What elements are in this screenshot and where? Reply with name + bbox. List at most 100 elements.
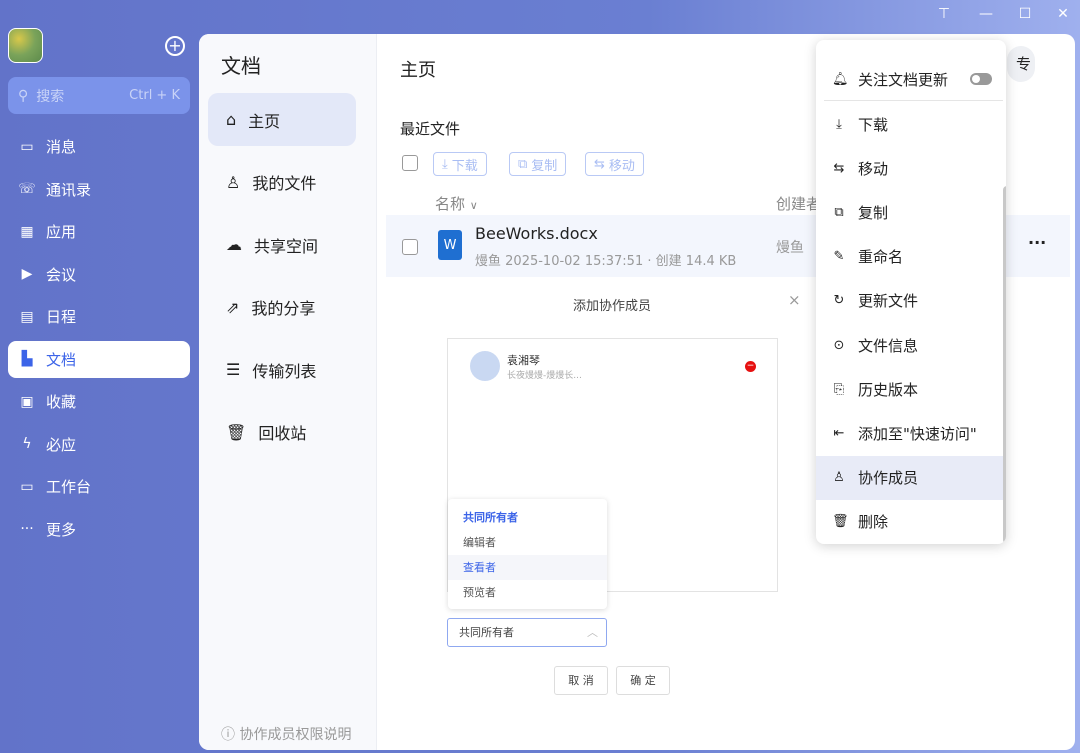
pin-icon[interactable]: ⊤ [934,6,954,22]
sidebar-item[interactable]: ▙ 文档 [8,340,190,378]
sidebar-item[interactable]: ··· 更多 [8,511,190,548]
role-option-viewer[interactable]: 查看者 [448,555,607,580]
docs-nav-item[interactable]: ☰ 传输列表 [208,343,356,396]
sidebar-item[interactable]: ▤ 日程 [8,298,190,335]
sidebar-item[interactable]: ▣ 收藏 [8,383,190,420]
menu-item-label: 复制 [858,203,889,222]
move-label: 移动 [608,158,635,174]
ok-button[interactable]: 确 定 [616,666,670,695]
bell-icon: 🔔︎ [832,71,849,87]
search-shortcut: Ctrl + K [129,88,180,103]
sidebar-item-label: 日程 [46,308,77,326]
minimize-button[interactable]: — [976,6,996,22]
quick-access-icon: ⇤ [833,425,845,441]
menu-item-label: 更新文件 [858,292,919,311]
chevron-up-icon: ︿ [587,626,598,639]
sidebar-item[interactable]: ▭ 消息 [8,128,190,165]
move-button[interactable]: ⇆ 移动 [585,152,644,176]
select-all-checkbox[interactable] [402,155,418,171]
role-option-co-owner[interactable]: 共同所有者 [448,505,607,530]
docs-nav-item[interactable]: ♙ 我的文件 [208,156,356,209]
user-avatar-small[interactable]: 专 [1007,46,1035,82]
follow-toggle[interactable] [970,73,992,85]
remove-member-icon[interactable]: − [745,361,756,372]
docs-nav-item[interactable]: ☁ 共享空间 [208,218,356,271]
file-action: 创建 [655,254,682,269]
word-file-icon: W [438,230,462,260]
sidebar-item[interactable]: ☏ 通讯录 [8,171,190,208]
menu-item[interactable]: ↻ 更新文件 [816,279,1006,323]
docs-nav-label: 我的分享 [251,299,316,318]
column-creator[interactable]: 创建者 [776,193,816,214]
more-icon[interactable]: ··· [1028,233,1046,252]
shared-space-icon: ☁ [226,235,242,254]
role-option-previewer[interactable]: 预览者 [448,580,607,605]
favorites-icon: ▣ [20,393,34,410]
menu-item[interactable]: ⇤ 添加至"快速访问" [816,411,1006,455]
role-select[interactable]: 共同所有者 ︿ [447,618,607,647]
sidebar-item-label: 通讯录 [46,180,92,199]
sidebar-item[interactable]: ▭ 工作台 [8,468,190,505]
my-files-icon: ♙ [226,172,241,192]
sidebar-item[interactable]: ϟ 必应 [8,426,190,463]
download-icon: ⤓ [442,156,448,172]
menu-item[interactable]: 🗑︎ 删除 [816,500,1006,544]
role-option-editor[interactable]: 编辑者 [448,530,607,555]
docs-nav-item[interactable]: ⇗ 我的分享 [208,281,356,334]
copy-button[interactable]: ⧉ 复制 [509,152,567,176]
column-name[interactable]: 名称 ∨ [435,193,478,214]
user-avatar[interactable] [8,28,43,63]
history-icon: ⎘ [833,381,845,397]
maximize-button[interactable]: ☐ [1015,6,1035,22]
ding-icon: ϟ [22,436,32,452]
search-input[interactable]: ⚲ 搜索 Ctrl + K [8,77,190,114]
menu-item-label: 文件信息 [858,336,919,355]
home-icon: ⌂ [226,110,237,129]
file-checkbox[interactable] [402,239,418,255]
permission-help-link[interactable]: ⓘ 协作成员权限说明 [221,724,351,744]
member-avatar [470,351,500,381]
move-icon: ⇆ [833,160,845,176]
column-name-label: 名称 [435,195,466,213]
section-title: 最近文件 [400,120,461,138]
close-button[interactable]: ✕ [1053,6,1073,22]
sidebar-item[interactable]: ▦ 应用 [8,213,190,250]
search-icon: ⚲ [18,87,29,104]
member-name: 袁湘琴 [507,354,540,367]
menu-follow-updates[interactable]: 🔔︎ 关注文档更新 [816,57,1006,101]
context-menu: 🔔︎ 关注文档更新 ⤓ 下载 ⇆ 移动 ⧉ 复制 ✎ 重命名 ↻ 更新文件 ⊙ 文件信息 ⎘ 历史版本 ⇤ 添加… [816,40,1006,544]
menu-item[interactable]: ⧉ 复制 [816,190,1006,234]
copy-icon: ⧉ [834,204,844,220]
workbench-icon: ▭ [20,478,34,495]
cancel-button[interactable]: 取 消 [554,666,608,695]
contacts-icon: ☏ [18,181,36,197]
file-owner: 熳鱼 [475,254,502,269]
sidebar-item-label: 应用 [46,223,77,241]
file-name[interactable]: BeeWorks.docx [475,224,598,243]
menu-item[interactable]: ✎ 重命名 [816,235,1006,279]
menu-item-label: 历史版本 [858,380,919,399]
role-select-value: 共同所有者 [459,626,514,639]
docs-nav-item[interactable]: 🗑︎ 回收站 [208,406,356,459]
menu-scrollbar[interactable] [1003,186,1006,544]
menu-item[interactable]: ♙ 协作成员 [816,455,1006,500]
menu-item[interactable]: ⊙ 文件信息 [816,323,1006,367]
menu-item[interactable]: ⎘ 历史版本 [816,367,1006,411]
file-datetime: 2025-10-02 15:37:51 [505,254,644,269]
meeting-icon: ▶ [21,266,33,282]
docs-nav-item[interactable]: ⌂ 主页 [208,93,356,146]
download-button[interactable]: ⤓ 下载 [433,152,487,176]
permission-help-label: 协作成员权限说明 [239,727,352,743]
copy-icon: ⧉ [518,156,528,172]
docs-nav-label: 我的文件 [252,174,317,193]
menu-item-label: 协作成员 [858,469,919,488]
menu-item[interactable]: ⤓ 下载 [816,102,1006,146]
dialog-close-icon[interactable]: × [788,291,801,309]
add-icon[interactable]: + [165,36,185,56]
chevron-down-icon: ∨ [469,199,478,212]
page-title: 主页 [400,60,436,81]
menu-item[interactable]: ⇆ 移动 [816,146,1006,190]
sidebar-item-label: 消息 [46,138,77,156]
sidebar-item[interactable]: ▶ 会议 [8,256,190,293]
docs-nav-label: 主页 [248,111,281,131]
